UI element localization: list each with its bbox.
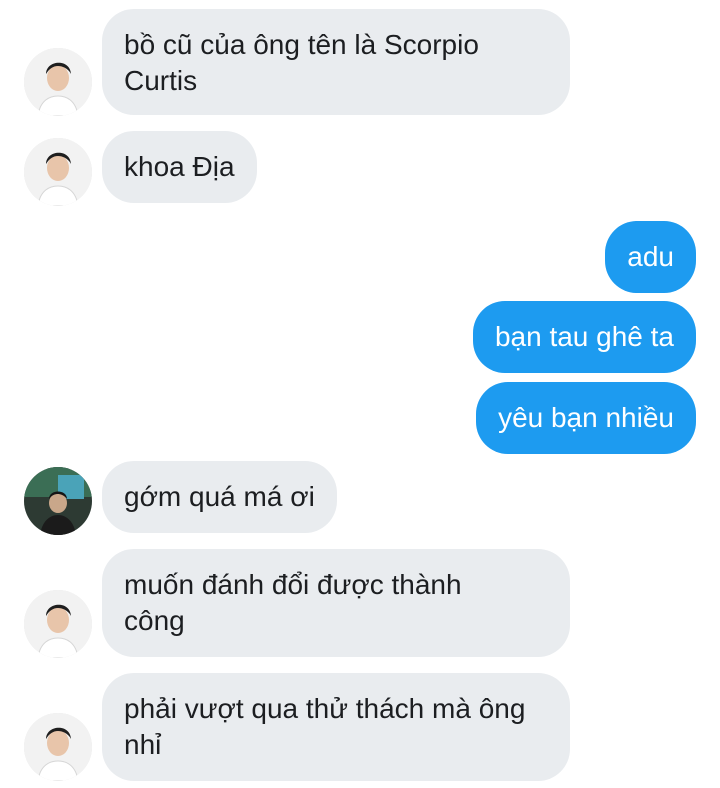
- person-avatar-icon: [24, 590, 92, 658]
- person-avatar-icon: [24, 138, 92, 206]
- incoming-message[interactable]: muốn đánh đổi được thành công: [102, 549, 570, 657]
- outgoing-message[interactable]: adu: [605, 221, 696, 293]
- incoming-message[interactable]: phải vượt qua thử thách mà ông nhỉ: [102, 673, 570, 781]
- incoming-message[interactable]: bồ cũ của ông tên là Scorpio Curtis: [102, 9, 570, 115]
- outgoing-message[interactable]: yêu bạn nhiều: [476, 382, 696, 454]
- sender-avatar-2[interactable]: [24, 467, 92, 535]
- incoming-message[interactable]: gớm quá má ơi: [102, 461, 337, 533]
- sender-avatar[interactable]: [24, 48, 92, 116]
- outgoing-message[interactable]: bạn tau ghê ta: [472, 301, 696, 373]
- person-avatar-icon: [24, 713, 92, 781]
- incoming-message[interactable]: khoa Địa: [102, 131, 257, 203]
- person-avatar-icon: [24, 48, 92, 116]
- person-outdoor-avatar-icon: [24, 467, 92, 535]
- sender-avatar[interactable]: [24, 138, 92, 206]
- sender-avatar[interactable]: [24, 590, 92, 658]
- sender-avatar[interactable]: [24, 713, 92, 781]
